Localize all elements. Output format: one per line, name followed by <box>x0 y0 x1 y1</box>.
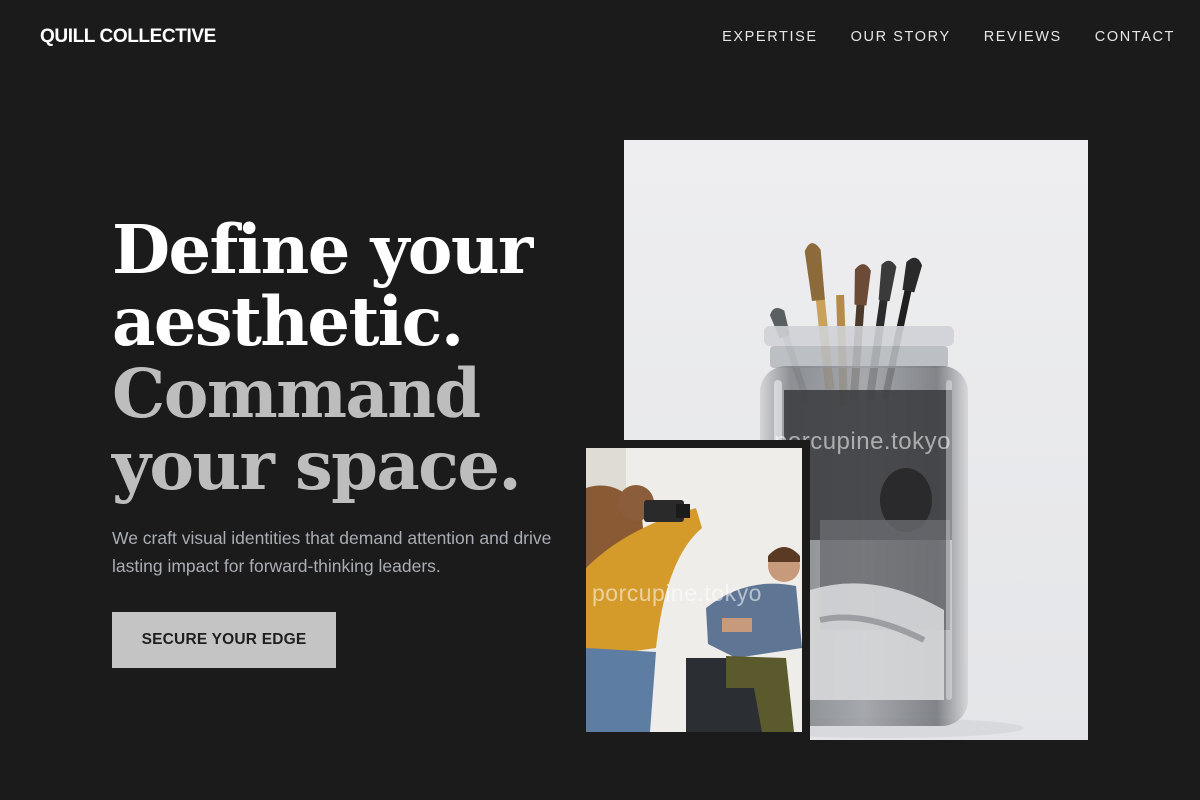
headline-line-1: Define your <box>112 210 533 289</box>
secure-your-edge-button[interactable]: SECURE YOUR EDGE <box>112 612 336 668</box>
main-nav: EXPERTISE OUR STORY REVIEWS CONTACT <box>722 29 1175 45</box>
hero-subtitle: We craft visual identities that demand a… <box>112 528 552 576</box>
nav-link-our-story[interactable]: OUR STORY <box>851 29 951 45</box>
nav-link-expertise[interactable]: EXPERTISE <box>722 29 818 45</box>
hero-headline: Define your aesthetic. Command your spac… <box>112 210 533 505</box>
headline-line-2: aesthetic. <box>112 282 464 361</box>
landing-page: QUILL COLLECTIVE EXPERTISE OUR STORY REV… <box>0 0 1200 800</box>
small-image-watermark: porcupine.tokyo <box>592 580 762 606</box>
photographer-image: porcupine.tokyo <box>586 448 802 732</box>
headline-line-4: your space. <box>112 426 522 505</box>
nav-link-reviews[interactable]: REVIEWS <box>984 29 1062 45</box>
headline-line-3: Command <box>112 354 481 433</box>
nav-link-contact[interactable]: CONTACT <box>1095 29 1175 45</box>
brand-logo[interactable]: QUILL COLLECTIVE <box>40 26 216 48</box>
